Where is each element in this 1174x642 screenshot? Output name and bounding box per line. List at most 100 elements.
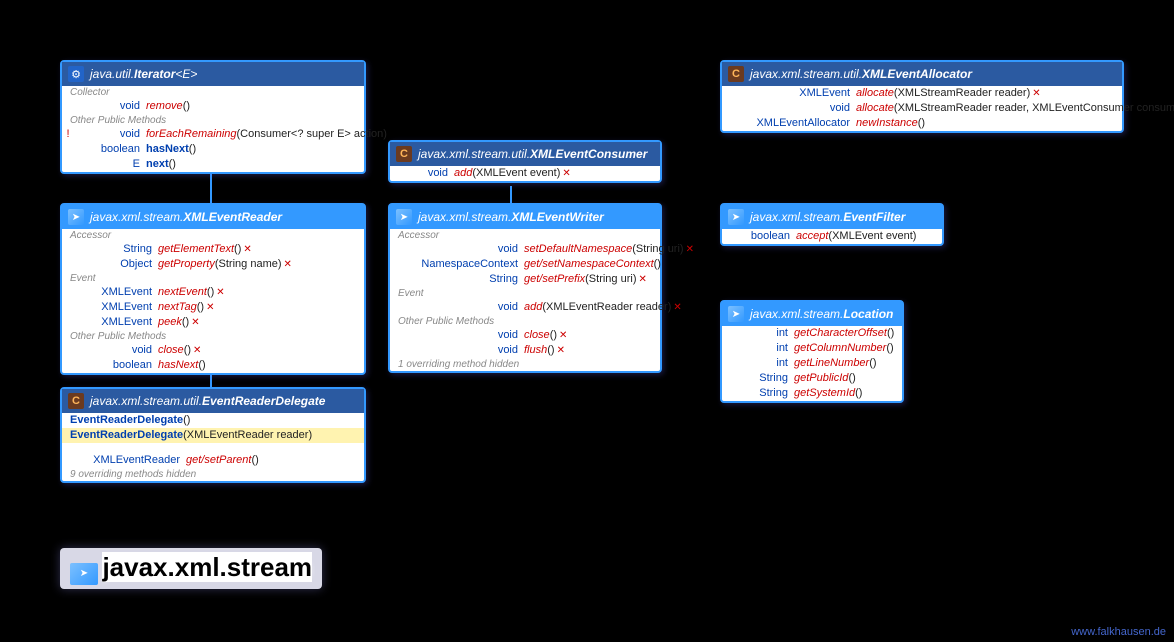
method-args: () xyxy=(886,341,893,356)
throws-badge: ✕ xyxy=(1030,86,1040,101)
class-icon xyxy=(728,66,744,82)
return-type: String xyxy=(408,272,524,287)
throws-badge: ✕ xyxy=(636,272,646,287)
method-args: () xyxy=(887,326,894,341)
method-row: intgetLineNumber () xyxy=(722,356,902,371)
return-type: void xyxy=(740,101,856,116)
class-xmleventwriter: javax.xml.stream.XMLEventWriter Accessor… xyxy=(388,203,662,373)
return-type: String xyxy=(740,371,794,386)
row-mark xyxy=(62,285,80,300)
constructor-row: EventReaderDelegate (XMLEventReader read… xyxy=(62,428,364,443)
method-row: XMLEventallocate (XMLStreamReader reader… xyxy=(722,86,1122,101)
method-row: booleanhasNext () xyxy=(62,142,364,157)
connector xyxy=(510,186,512,204)
method-row: voidsetDefaultNamespace (String uri) ✕ xyxy=(390,242,660,257)
class-name: XMLEventReader xyxy=(183,210,282,224)
return-type: String xyxy=(740,386,794,401)
row-mark xyxy=(390,328,408,343)
method-name: get/setPrefix xyxy=(524,272,585,287)
row-mark xyxy=(722,386,740,401)
class-header: javax.xml.stream.XMLEventWriter xyxy=(390,205,660,229)
row-mark xyxy=(390,242,408,257)
method-row: voidadd (XMLEvent event) ✕ xyxy=(390,166,660,181)
diagram-title: javax.xml.stream xyxy=(60,548,322,589)
throws-badge: ✕ xyxy=(684,242,694,257)
generic-label: <E> xyxy=(175,67,197,81)
section-label: Accessor xyxy=(390,229,660,242)
hidden-note: 9 overriding methods hidden xyxy=(62,468,364,481)
method-args: () xyxy=(547,343,554,358)
row-mark xyxy=(390,343,408,358)
method-name: getSystemId xyxy=(794,386,855,401)
constructor-args: (XMLEventReader reader) xyxy=(183,428,312,443)
method-name: setDefaultNamespace xyxy=(524,242,632,257)
constructor-name: EventReaderDelegate xyxy=(70,413,183,428)
class-header: javax.xml.stream.util.XMLEventAllocator xyxy=(722,62,1122,86)
class-body: intgetCharacterOffset ()intgetColumnNumb… xyxy=(722,326,902,401)
method-args: () xyxy=(654,257,661,272)
connector xyxy=(210,170,212,206)
class-body: AccessorvoidsetDefaultNamespace (String … xyxy=(390,229,660,371)
method-row: intgetCharacterOffset () xyxy=(722,326,902,341)
return-type: XMLEventAllocator xyxy=(740,116,856,131)
return-type: boolean xyxy=(80,142,146,157)
class-body: XMLEventallocate (XMLStreamReader reader… xyxy=(722,86,1122,131)
class-body: Collectorvoidremove ()Other Public Metho… xyxy=(62,86,364,172)
class-header: javax.xml.stream.EventFilter xyxy=(722,205,942,229)
arrow-icon xyxy=(396,209,412,225)
method-args: () xyxy=(207,285,214,300)
pkg-label: javax.xml.stream. xyxy=(750,307,843,321)
class-body: EventReaderDelegate ()EventReaderDelegat… xyxy=(62,413,364,481)
return-type: void xyxy=(408,242,524,257)
row-mark xyxy=(390,300,408,315)
method-row: voidclose () ✕ xyxy=(390,328,660,343)
return-type: XMLEvent xyxy=(80,315,158,330)
method-row: intgetColumnNumber () xyxy=(722,341,902,356)
method-args: (String uri) xyxy=(585,272,636,287)
row-mark xyxy=(390,166,408,181)
method-args: () xyxy=(234,242,241,257)
method-row: StringgetElementText () ✕ xyxy=(62,242,364,257)
method-args: (XMLEvent event) xyxy=(828,229,916,244)
throws-badge: ✕ xyxy=(671,300,681,315)
method-name: nextTag xyxy=(158,300,197,315)
return-type: E xyxy=(80,157,146,172)
pkg-label: javax.xml.stream.util. xyxy=(90,394,202,408)
row-mark xyxy=(62,315,80,330)
row-mark xyxy=(62,99,80,114)
method-args: (XMLStreamReader reader) xyxy=(894,86,1030,101)
class-icon xyxy=(68,393,84,409)
method-row: NamespaceContextget/setNamespaceContext … xyxy=(390,257,660,272)
throws-badge: ✕ xyxy=(191,343,201,358)
class-icon xyxy=(396,146,412,162)
method-name: add xyxy=(524,300,542,315)
method-args: (XMLEvent event) xyxy=(472,166,560,181)
class-eventfilter: javax.xml.stream.EventFilter booleanacce… xyxy=(720,203,944,246)
class-location: javax.xml.stream.Location intgetCharacte… xyxy=(720,300,904,403)
class-xmleventconsumer: javax.xml.stream.util.XMLEventConsumer v… xyxy=(388,140,662,183)
method-name: peek xyxy=(158,315,182,330)
class-iterator: java.util.Iterator<E> Collectorvoidremov… xyxy=(60,60,366,174)
class-name: XMLEventAllocator xyxy=(862,67,972,81)
throws-badge: ✕ xyxy=(560,166,570,181)
throws-badge: ✕ xyxy=(282,257,292,272)
return-type: void xyxy=(80,127,146,142)
class-header: javax.xml.stream.Location xyxy=(722,302,902,326)
method-args: (XMLStreamReader reader, XMLEventConsume… xyxy=(894,101,1174,116)
throws-badge: ✕ xyxy=(557,328,567,343)
class-eventreaderdelegate: javax.xml.stream.util. EventReaderDelegat… xyxy=(60,387,366,483)
row-mark xyxy=(390,272,408,287)
class-name: XMLEventWriter xyxy=(511,210,603,224)
return-type: void xyxy=(408,300,524,315)
class-name: Location xyxy=(843,307,893,321)
method-name: getColumnNumber xyxy=(794,341,886,356)
throws-badge: ✕ xyxy=(555,343,565,358)
method-row: XMLEventnextTag () ✕ xyxy=(62,300,364,315)
row-mark xyxy=(62,453,80,468)
method-name: newInstance xyxy=(856,116,918,131)
throws-badge: ✕ xyxy=(189,315,199,330)
class-name: XMLEventConsumer xyxy=(530,147,647,161)
method-name: accept xyxy=(796,229,828,244)
throws-badge: ✕ xyxy=(214,285,224,300)
class-header: java.util.Iterator<E> xyxy=(62,62,364,86)
